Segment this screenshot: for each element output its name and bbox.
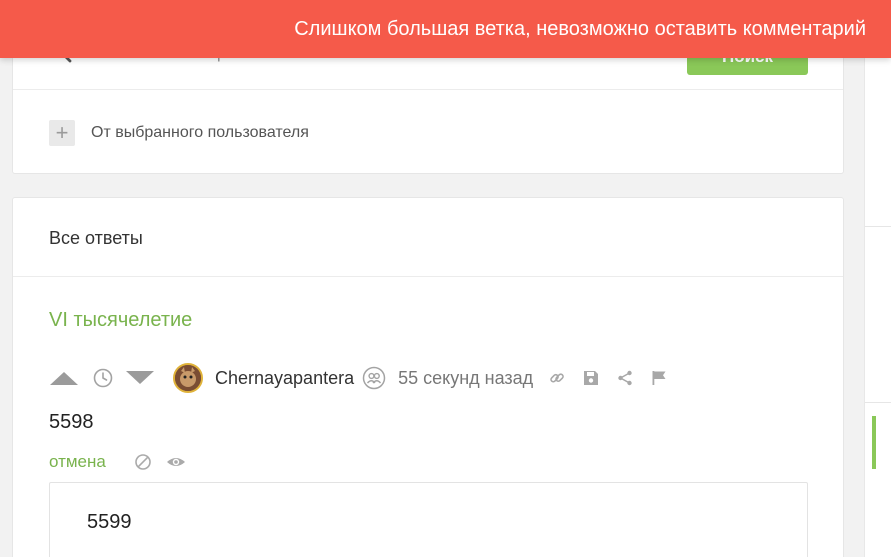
reply-comment: 5599 bbox=[49, 482, 808, 557]
comment-header: Chernayapantera 55 секунд назад bbox=[49, 361, 669, 395]
eye-icon[interactable] bbox=[166, 453, 186, 471]
vote-up-icon[interactable] bbox=[49, 368, 79, 388]
right-sidebar bbox=[864, 0, 891, 557]
link-icon[interactable] bbox=[547, 368, 567, 388]
toast-message: Слишком большая ветка, невозможно остави… bbox=[294, 18, 866, 40]
flag-icon[interactable] bbox=[649, 368, 669, 388]
answers-header: Все ответы bbox=[13, 198, 843, 277]
save-icon[interactable] bbox=[581, 368, 601, 388]
sidebar-active-indicator bbox=[872, 416, 876, 469]
comment-footer: отмена bbox=[49, 451, 186, 473]
comment-time[interactable]: 55 секунд назад bbox=[398, 368, 533, 389]
share-icon[interactable] bbox=[615, 368, 635, 388]
sidebar-divider bbox=[865, 226, 891, 227]
plus-icon[interactable]: + bbox=[49, 120, 75, 146]
story-title-link[interactable]: VI тысячелетие bbox=[49, 309, 192, 332]
sidebar-divider bbox=[865, 402, 891, 403]
user-filter-label: От выбранного пользователя bbox=[91, 124, 309, 141]
cancel-link[interactable]: отмена bbox=[49, 452, 106, 472]
answers-card: Все ответы VI тысячелетие Chernayapanter… bbox=[12, 197, 844, 557]
reply-text: 5599 bbox=[87, 511, 132, 533]
comment-text: 5598 bbox=[49, 411, 94, 433]
clock-icon[interactable] bbox=[93, 368, 113, 388]
answers-title: Все ответы bbox=[49, 228, 143, 248]
ban-icon[interactable] bbox=[134, 453, 152, 471]
subscribers-icon bbox=[362, 366, 386, 390]
vote-down-icon[interactable] bbox=[125, 368, 155, 388]
error-toast[interactable]: Слишком большая ветка, невозможно остави… bbox=[0, 0, 891, 58]
user-filter-toggle[interactable]: + От выбранного пользователя bbox=[49, 120, 309, 146]
comment-author[interactable]: Chernayapantera bbox=[215, 368, 354, 389]
avatar[interactable] bbox=[173, 363, 203, 393]
